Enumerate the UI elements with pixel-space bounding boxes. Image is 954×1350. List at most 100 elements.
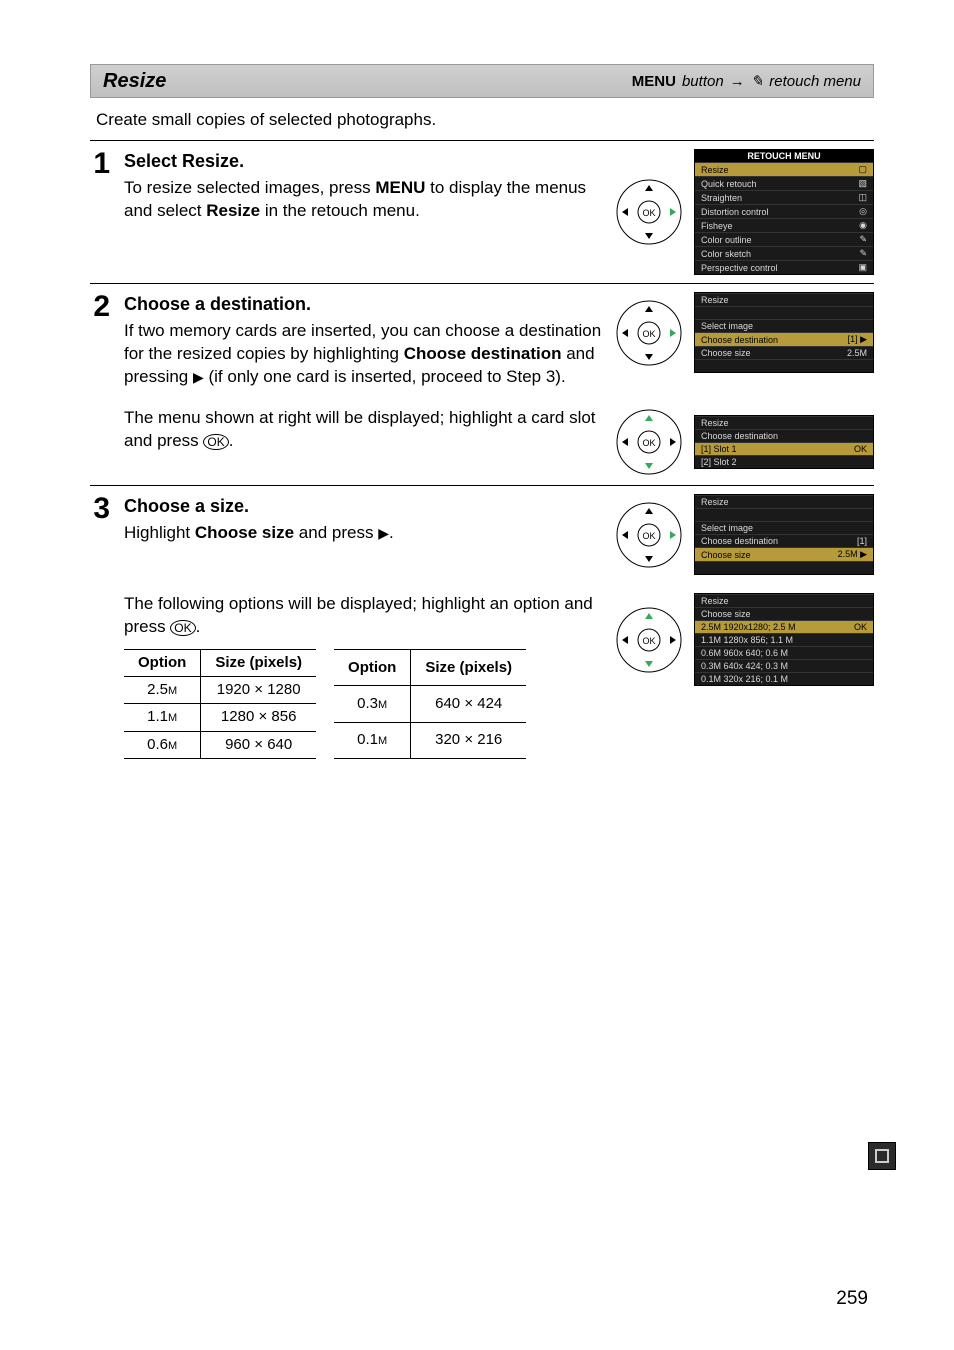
text: To resize selected images, press bbox=[124, 178, 375, 197]
lcd-row-value: OK bbox=[854, 622, 867, 632]
lcd-row: Color outline ✎ bbox=[695, 232, 873, 246]
table-row: 2.5M1920 × 1280 bbox=[124, 677, 316, 704]
multiselector-icon: OK bbox=[614, 500, 684, 570]
step-heading: Select Resize. bbox=[124, 149, 614, 173]
lcd-row-label: Quick retouch bbox=[701, 179, 757, 189]
cell-option: 0.3M bbox=[334, 686, 411, 722]
divider bbox=[90, 485, 874, 486]
lcd-row: Resize ▢ bbox=[695, 162, 873, 176]
lcd-row-value: 2.5M ▶ bbox=[838, 549, 867, 560]
cell-size: 960 × 640 bbox=[201, 731, 316, 758]
text: The menu shown at right will be displaye… bbox=[124, 408, 596, 450]
section-header: Resize MENU button → ✎ retouch menu bbox=[90, 64, 874, 98]
lcd-subtitle: Choose destination bbox=[695, 429, 873, 442]
table-row: 1.1M1280 × 856 bbox=[124, 704, 316, 731]
lcd-row-label: Color sketch bbox=[701, 249, 751, 259]
lcd-row-label: Resize bbox=[701, 165, 729, 175]
lcd-rows: Resize▢Quick retouch▧Straighten◫Distorti… bbox=[695, 162, 873, 274]
lcd-row: 0.1M 320x 216; 0.1 M bbox=[695, 672, 873, 685]
lcd-row: Choose size 2.5M bbox=[695, 346, 873, 359]
col-size: Size (pixels) bbox=[201, 649, 316, 676]
button-word: button bbox=[682, 73, 724, 90]
intro-text: Create small copies of selected photogra… bbox=[96, 110, 874, 130]
cell-option: 1.1M bbox=[124, 704, 201, 731]
lcd-screenshot-choose-destination: Resize Choose destination [1] Slot 1OK[2… bbox=[694, 415, 874, 469]
step-3: 3 Choose a size. Highlight Choose size a… bbox=[90, 494, 874, 759]
right-triangle-icon: ▶ bbox=[193, 369, 204, 385]
svg-text:OK: OK bbox=[642, 208, 655, 218]
table-row: 0.3M640 × 424 bbox=[334, 686, 526, 722]
step-paragraph: The following options will be displayed;… bbox=[124, 593, 614, 639]
lcd-row-label: Select image bbox=[701, 523, 753, 533]
ok-icon: OK bbox=[170, 620, 195, 636]
text: Resize bbox=[701, 418, 729, 428]
step-number: 3 bbox=[90, 494, 110, 524]
lcd-row-label: Select image bbox=[701, 321, 753, 331]
step-heading: Choose a size. bbox=[124, 494, 614, 518]
divider bbox=[90, 283, 874, 284]
multiselector-icon: OK bbox=[614, 177, 684, 247]
text: . bbox=[229, 431, 234, 450]
lcd-row bbox=[695, 306, 873, 319]
step-paragraph: To resize selected images, press MENU to… bbox=[124, 177, 614, 223]
lcd-title: RETOUCH MENU bbox=[695, 150, 873, 162]
lcd-row-label: 0.6M 960x 640; 0.6 M bbox=[701, 648, 788, 658]
lcd-screenshot-resize-menu-size: Resize Select imageChoose destination[1]… bbox=[694, 494, 874, 575]
retouch-label: retouch menu bbox=[769, 73, 861, 90]
right-triangle-icon: ▶ bbox=[378, 525, 389, 541]
lcd-row-label: Choose size bbox=[701, 348, 751, 358]
lcd-row: Fisheye◉ bbox=[695, 218, 873, 232]
step-number: 1 bbox=[90, 149, 110, 179]
lcd-row-label: Color outline bbox=[701, 235, 752, 245]
step-heading: Choose a destination. bbox=[124, 292, 614, 316]
divider bbox=[90, 140, 874, 141]
lcd-row-value: [1] ▶ bbox=[848, 334, 867, 345]
lcd-row-label: 2.5M 1920x1280; 2.5 M bbox=[701, 622, 796, 632]
multiselector-icon: OK bbox=[614, 407, 684, 477]
lcd-screenshot-choose-size: Resize Choose size 2.5M 1920x1280; 2.5 M… bbox=[694, 593, 874, 686]
text: Resize bbox=[701, 295, 729, 305]
lcd-row: 2.5M 1920x1280; 2.5 M OK bbox=[695, 620, 873, 633]
cell-option: 0.6M bbox=[124, 731, 201, 758]
lcd-row-value: ✎ bbox=[859, 234, 867, 245]
lcd-row-value: ▢ bbox=[858, 164, 867, 175]
bold-word: Resize bbox=[206, 201, 260, 220]
text: and press bbox=[294, 523, 378, 542]
lcd-rows: 2.5M 1920x1280; 2.5 M OK 1.1M 1280x 856; 1… bbox=[695, 620, 873, 685]
lcd-title: Resize bbox=[695, 293, 873, 306]
step-1: 1 Select Resize. To resize selected imag… bbox=[90, 149, 874, 275]
lcd-row: Perspective control▣ bbox=[695, 260, 873, 274]
lcd-row-label: Choose destination bbox=[701, 536, 778, 546]
col-option: Option bbox=[124, 649, 201, 676]
text: (if only one card is inserted, proceed t… bbox=[204, 367, 566, 386]
section-title: Resize bbox=[103, 70, 166, 93]
step-number: 2 bbox=[90, 292, 110, 322]
step-paragraph: If two memory cards are inserted, you ca… bbox=[124, 320, 614, 389]
lcd-row-value: [1] bbox=[857, 536, 867, 546]
lcd-row bbox=[695, 359, 873, 372]
ok-icon: OK bbox=[203, 434, 228, 450]
lcd-screenshot-retouch-menu: RETOUCH MENU Resize▢Quick retouch▧Straig… bbox=[694, 149, 874, 275]
lcd-row-value: ◉ bbox=[859, 220, 867, 231]
lcd-row-value: 2.5M bbox=[847, 348, 867, 358]
menu-word: MENU bbox=[632, 73, 676, 90]
lcd-row: [2] Slot 2 bbox=[695, 455, 873, 468]
lcd-row-label: Distortion control bbox=[701, 207, 769, 217]
cell-size: 640 × 424 bbox=[411, 686, 526, 722]
lcd-row-label: 1.1M 1280x 856; 1.1 M bbox=[701, 635, 793, 645]
breadcrumb: MENU button → ✎ retouch menu bbox=[632, 72, 861, 90]
text: . bbox=[196, 617, 201, 636]
text: Choose size bbox=[701, 609, 751, 619]
lcd-row bbox=[695, 508, 873, 521]
lcd-row: 0.3M 640x 424; 0.3 M bbox=[695, 659, 873, 672]
lcd-row: Select image bbox=[695, 521, 873, 534]
lcd-row-label: Choose destination bbox=[701, 335, 778, 345]
text: Highlight bbox=[124, 523, 195, 542]
lcd-row: Straighten◫ bbox=[695, 190, 873, 204]
step-paragraph: The menu shown at right will be displaye… bbox=[124, 407, 614, 453]
lcd-row-label: Straighten bbox=[701, 193, 742, 203]
lcd-row-label: 0.3M 640x 424; 0.3 M bbox=[701, 661, 788, 671]
lcd-row-label: [2] Slot 2 bbox=[701, 457, 737, 467]
menu-keyword: MENU bbox=[375, 178, 425, 197]
menu-tab-icon bbox=[868, 1142, 896, 1170]
